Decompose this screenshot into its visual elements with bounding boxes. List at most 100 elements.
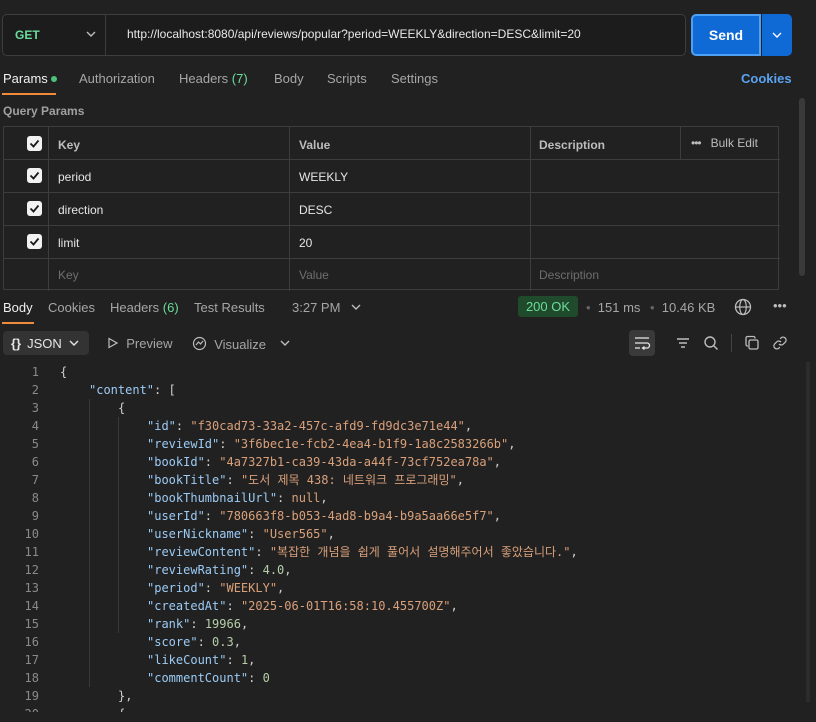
code-line: 4 "id": "f30cad73-33a2-457c-afd9-fd9dc3e7… [0,417,472,435]
param-value[interactable]: 20 [299,236,312,250]
response-history-dropdown[interactable]: 3:27 PM [292,300,362,315]
params-scrollbar[interactable] [799,98,805,276]
line-number: 16 [24,635,39,649]
more-options-icon[interactable]: ••• [773,298,787,313]
response-tab-headers[interactable]: Headers (6) [110,300,179,315]
new-param-key-input[interactable]: Key [58,268,79,282]
send-options-button[interactable] [762,14,792,56]
tab-authorization[interactable]: Authorization [79,71,155,86]
param-row-checkbox[interactable] [27,201,42,216]
param-value[interactable]: WEEKLY [299,170,348,184]
col-divider [289,127,290,291]
param-key[interactable]: period [58,170,91,184]
code-token: : [ [154,383,176,397]
new-param-description-input[interactable]: Description [539,268,599,282]
line-number: 11 [24,545,39,559]
code-text: { [60,363,67,381]
code-token: : [219,437,234,451]
line-number: 6 [31,455,39,469]
code-token: , [240,617,249,631]
code-token: : [204,509,220,523]
chevron-down-icon [772,32,782,38]
code-token: "WEEKLY" [219,581,278,595]
toolbar-divider [731,334,732,352]
code-token: , [320,491,328,505]
preview-button[interactable]: Preview [107,336,172,351]
code-token: , [233,635,241,649]
code-token: "likeCount" [147,653,227,667]
code-token: { [60,365,68,379]
line-number: 2 [31,383,39,397]
response-tab-cookies[interactable]: Cookies [48,300,95,315]
send-button[interactable]: Send [691,14,761,56]
visualize-icon [192,336,207,351]
row-divider [4,225,780,226]
tab-scripts[interactable]: Scripts [327,71,367,86]
chevron-down-icon[interactable] [279,337,291,349]
bulk-edit-button[interactable]: ••• Bulk Edit [691,136,758,150]
search-icon[interactable] [703,335,719,351]
code-token: { [118,707,125,712]
visualize-button[interactable]: Visualize [192,336,266,352]
cookies-link[interactable]: Cookies [741,71,792,86]
code-token: : [277,491,292,505]
code-token: "reviewContent" [147,545,256,559]
code-token: : [204,455,220,469]
wrap-lines-button[interactable] [629,330,655,356]
code-token: "bookThumbnailUrl" [147,491,278,505]
code-token: "복잡한 개념을 쉽게 풀어서 설명해주어서 좋았습니다." [269,545,571,559]
code-token: : [226,473,241,487]
line-number: 20 [0,705,39,712]
response-body-viewer[interactable]: 1{2 "content": [3{4 "id": "f30cad73-33a2-4… [0,362,808,712]
method-select[interactable]: GET [3,15,106,55]
format-select[interactable]: {} JSON [3,331,89,355]
code-line: 15 "rank": 19966, [0,615,249,633]
code-line: 3{ [0,399,125,417]
line-number: 3 [31,401,39,415]
new-param-value-input[interactable]: Value [299,268,329,282]
code-text: "score": 0.3, [147,633,241,651]
response-tab-test-results[interactable]: Test Results [194,300,265,315]
request-url-bar: GET http://localhost:8080/api/reviews/po… [2,14,686,56]
url-input[interactable]: http://localhost:8080/api/reviews/popula… [127,27,581,41]
code-token: "User565" [262,527,328,541]
param-key[interactable]: limit [58,236,79,250]
link-icon[interactable] [772,335,788,351]
param-row-checkbox[interactable] [27,234,42,249]
param-key[interactable]: direction [58,203,103,217]
copy-icon[interactable] [744,335,760,351]
tab-settings[interactable]: Settings [391,71,438,86]
line-number: 5 [31,437,39,451]
globe-icon[interactable] [734,298,752,316]
code-line: 12 "reviewRating": 4.0, [0,561,292,579]
param-value[interactable]: DESC [299,203,332,217]
code-token: "score" [147,635,198,649]
code-token: , [277,581,285,595]
code-token: , [493,455,502,469]
tab-headers[interactable]: Headers (7) [179,71,248,86]
response-tab-body[interactable]: Body [3,300,33,315]
line-number: 13 [24,581,39,595]
code-text: }, [118,687,132,705]
params-active-dot [50,76,57,82]
code-line: 5 "reviewId": "3f6bec1e-fcb2-4ea4-b1f9-1a… [0,435,516,453]
code-token: "780663f8-b053-4ad8-b9a4-b9a5aa66e5f7" [219,509,494,523]
tab-body[interactable]: Body [274,71,304,86]
line-number: 12 [24,563,39,577]
column-header-key: Key [58,138,81,152]
response-scrollbar[interactable] [806,362,810,702]
response-time[interactable]: • 151 ms [586,300,640,315]
play-icon [108,337,119,349]
status-badge[interactable]: 200 OK [518,296,578,317]
select-all-checkbox[interactable] [27,136,42,151]
code-text: "content": [ [89,381,176,399]
response-size[interactable]: • 10.46 KB [650,300,715,315]
tab-params[interactable]: Params [3,71,57,86]
check-icon [29,237,40,246]
code-text: "userNickname": "User565", [147,525,335,543]
chevron-down-icon [69,340,79,346]
param-row-checkbox[interactable] [27,168,42,183]
filter-icon[interactable] [675,335,691,351]
code-line: 7 "bookTitle": "도서 제목 438: 네트워크 프로그래밍", [0,471,464,489]
code-token: "period" [147,581,205,595]
